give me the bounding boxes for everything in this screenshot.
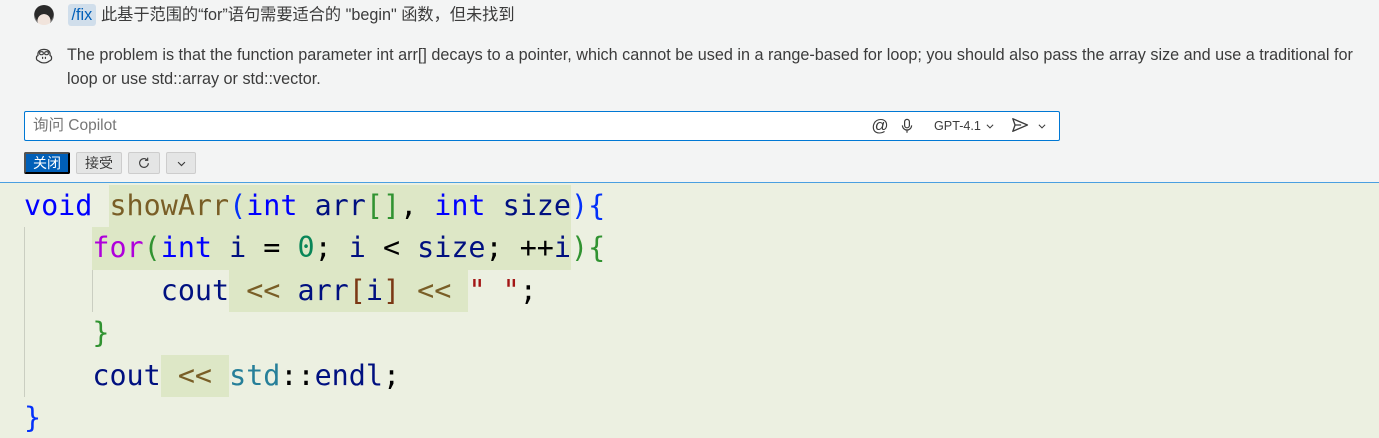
code-token: ) xyxy=(571,189,589,222)
code-editor[interactable]: void showArr(int arr[], int size){ for(i… xyxy=(0,183,1379,438)
inserted-code-token: ( xyxy=(143,227,161,270)
microphone-icon[interactable] xyxy=(899,118,915,134)
rerun-button[interactable] xyxy=(128,152,160,174)
inserted-code-token xyxy=(160,354,178,397)
send-icon[interactable] xyxy=(1011,116,1029,134)
code-token: " " xyxy=(468,273,520,307)
code-line[interactable]: cout << arr[i] << " "; xyxy=(0,269,1379,313)
more-actions-button[interactable] xyxy=(166,152,196,174)
inserted-code-token: size xyxy=(417,227,486,270)
inserted-code-token: i xyxy=(348,227,366,270)
inserted-code-token: ( xyxy=(229,185,247,228)
code-line[interactable]: } xyxy=(0,312,1379,354)
chevron-down-icon xyxy=(985,121,995,131)
chat-input[interactable] xyxy=(25,112,845,140)
inserted-code-token xyxy=(485,185,503,228)
accept-button[interactable]: 接受 xyxy=(76,152,122,174)
response-message: The problem is that the function paramet… xyxy=(67,46,1353,88)
code-token: cout xyxy=(160,273,230,307)
request-message: 此基于范围的“for”语句需要适合的 "begin" 函数，但未找到 xyxy=(101,6,515,24)
model-picker[interactable]: GPT-4.1 xyxy=(930,115,999,137)
inserted-code-token: ] xyxy=(382,269,401,313)
code-token: } xyxy=(92,316,110,350)
inserted-code-token xyxy=(400,269,418,313)
inserted-code-token xyxy=(280,269,298,313)
code-line[interactable]: } xyxy=(0,397,1379,438)
inserted-code-token: 0 xyxy=(297,227,315,270)
code-lines[interactable]: void showArr(int arr[], int size){ for(i… xyxy=(0,185,1379,438)
copilot-icon xyxy=(35,46,53,64)
close-button[interactable]: 关闭 xyxy=(24,152,70,174)
code-token: :: xyxy=(280,358,315,392)
inserted-code-token: int xyxy=(160,227,213,270)
code-token: std xyxy=(229,358,281,392)
code-token: ; xyxy=(519,273,537,307)
inserted-code-token: < xyxy=(365,227,418,270)
inserted-code-token xyxy=(451,269,469,313)
model-name: GPT-4.1 xyxy=(934,119,981,133)
inserted-code-token: i xyxy=(229,227,247,270)
code-line[interactable]: cout << std::endl; xyxy=(0,354,1379,397)
inserted-code-token xyxy=(212,354,230,397)
inserted-code-token: ; ++ xyxy=(485,227,554,270)
code-token: { xyxy=(588,189,606,222)
code-token: cout xyxy=(92,358,161,392)
inserted-code-token: int xyxy=(246,185,298,228)
inserted-code-token: i xyxy=(365,269,383,313)
inserted-code-token: for xyxy=(92,227,144,270)
inserted-code-token: arr xyxy=(314,185,366,228)
inserted-code-token: showArr xyxy=(109,185,230,228)
inserted-code-token: [] xyxy=(365,185,401,228)
inserted-code-token: << xyxy=(177,354,213,397)
mention-button[interactable]: @ xyxy=(871,116,889,136)
code-line[interactable]: for(int i = 0; i < size; ++i){ xyxy=(0,227,1379,270)
inserted-code-token xyxy=(212,227,230,270)
inserted-code-token: , xyxy=(400,185,435,228)
inserted-code-token xyxy=(229,269,247,313)
inserted-code-token xyxy=(297,185,315,228)
inserted-code-token: = xyxy=(246,227,298,270)
code-token: ; xyxy=(382,358,401,392)
inserted-code-token: i xyxy=(553,227,571,270)
code-token: } xyxy=(24,400,42,434)
chevron-down-icon xyxy=(176,158,187,169)
refresh-icon xyxy=(137,156,151,170)
code-token: { xyxy=(588,231,606,265)
inserted-code-token: << xyxy=(417,269,452,313)
code-line[interactable]: void showArr(int arr[], int size){ xyxy=(0,185,1379,228)
inline-chat-panel: /fix 此基于范围的“for”语句需要适合的 "begin" 函数，但未找到 … xyxy=(0,0,1379,182)
code-token: void xyxy=(24,189,93,222)
inserted-code-token: [ xyxy=(348,269,366,313)
inserted-code-token: << xyxy=(246,269,281,313)
inserted-code-token: size xyxy=(502,185,571,228)
inserted-code-token: arr xyxy=(297,269,349,313)
code-token: ) xyxy=(571,231,589,265)
send-options-chevron-down-icon[interactable] xyxy=(1037,121,1047,131)
chat-input-box[interactable]: @ GPT-4.1 xyxy=(24,111,1060,141)
user-avatar xyxy=(34,5,54,25)
slash-command-badge: /fix xyxy=(68,4,96,26)
indent-guide xyxy=(24,227,25,397)
inserted-code-token: ; xyxy=(314,227,349,270)
indent-guide xyxy=(92,269,94,313)
inserted-code-token: int xyxy=(434,185,486,228)
code-token: endl xyxy=(314,358,383,392)
